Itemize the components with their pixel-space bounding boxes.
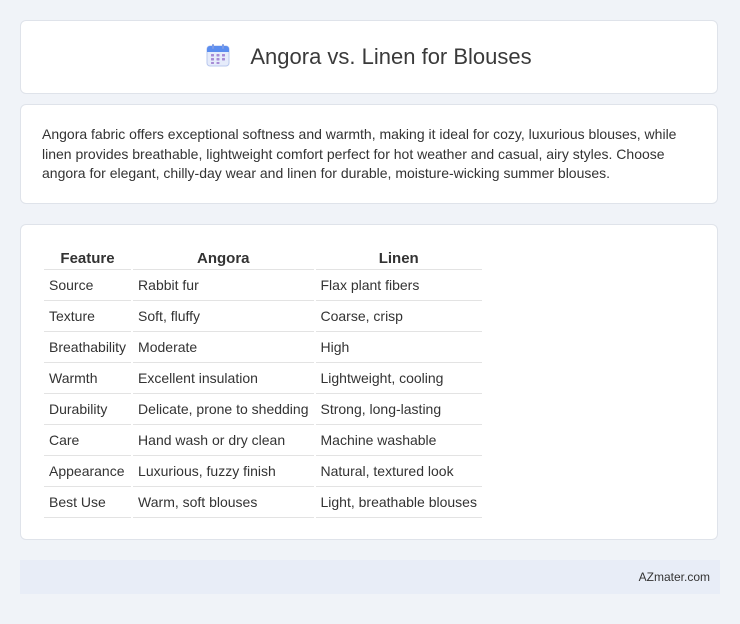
table-row: Best Use Warm, soft blouses Light, breat…	[44, 487, 482, 518]
angora-cell: Luxurious, fuzzy finish	[133, 456, 314, 487]
footer-bar: AZmater.com	[20, 560, 720, 594]
table-row: Breathability Moderate High	[44, 332, 482, 363]
linen-cell: Lightweight, cooling	[315, 363, 482, 394]
calendar-icon	[206, 43, 230, 72]
header-feature: Feature	[44, 245, 132, 270]
angora-cell: Moderate	[133, 332, 314, 363]
page-title: Angora vs. Linen for Blouses	[250, 44, 532, 69]
linen-cell: Light, breathable blouses	[315, 487, 482, 518]
comparison-table: Feature Angora Linen Source Rabbit fur F…	[42, 245, 484, 518]
angora-cell: Warm, soft blouses	[133, 487, 314, 518]
feature-cell: Texture	[44, 301, 132, 332]
description-text: Angora fabric offers exceptional softnes…	[42, 126, 677, 181]
table-row: Source Rabbit fur Flax plant fibers	[44, 270, 482, 301]
feature-cell: Appearance	[44, 456, 132, 487]
linen-cell: Machine washable	[315, 425, 482, 456]
table-row: Durability Delicate, prone to shedding S…	[44, 394, 482, 425]
linen-cell: Natural, textured look	[315, 456, 482, 487]
feature-cell: Durability	[44, 394, 132, 425]
table-row: Appearance Luxurious, fuzzy finish Natur…	[44, 456, 482, 487]
feature-cell: Source	[44, 270, 132, 301]
header-inner: Angora vs. Linen for Blouses	[206, 43, 532, 72]
header-linen: Linen	[315, 245, 482, 270]
linen-cell: Strong, long-lasting	[315, 394, 482, 425]
description-card: Angora fabric offers exceptional softnes…	[20, 104, 718, 204]
feature-cell: Breathability	[44, 332, 132, 363]
linen-cell: High	[315, 332, 482, 363]
comparison-card: Feature Angora Linen Source Rabbit fur F…	[20, 224, 718, 540]
table-row: Care Hand wash or dry clean Machine wash…	[44, 425, 482, 456]
angora-cell: Excellent insulation	[133, 363, 314, 394]
linen-cell: Flax plant fibers	[315, 270, 482, 301]
table-row: Warmth Excellent insulation Lightweight,…	[44, 363, 482, 394]
feature-cell: Best Use	[44, 487, 132, 518]
header-card: Angora vs. Linen for Blouses	[20, 20, 718, 94]
angora-cell: Soft, fluffy	[133, 301, 314, 332]
footer-brand[interactable]: AZmater.com	[639, 570, 710, 584]
angora-cell: Delicate, prone to shedding	[133, 394, 314, 425]
angora-cell: Rabbit fur	[133, 270, 314, 301]
feature-cell: Care	[44, 425, 132, 456]
table-row: Texture Soft, fluffy Coarse, crisp	[44, 301, 482, 332]
angora-cell: Hand wash or dry clean	[133, 425, 314, 456]
feature-cell: Warmth	[44, 363, 132, 394]
header-angora: Angora	[133, 245, 314, 270]
table-header-row: Feature Angora Linen	[44, 245, 482, 270]
linen-cell: Coarse, crisp	[315, 301, 482, 332]
